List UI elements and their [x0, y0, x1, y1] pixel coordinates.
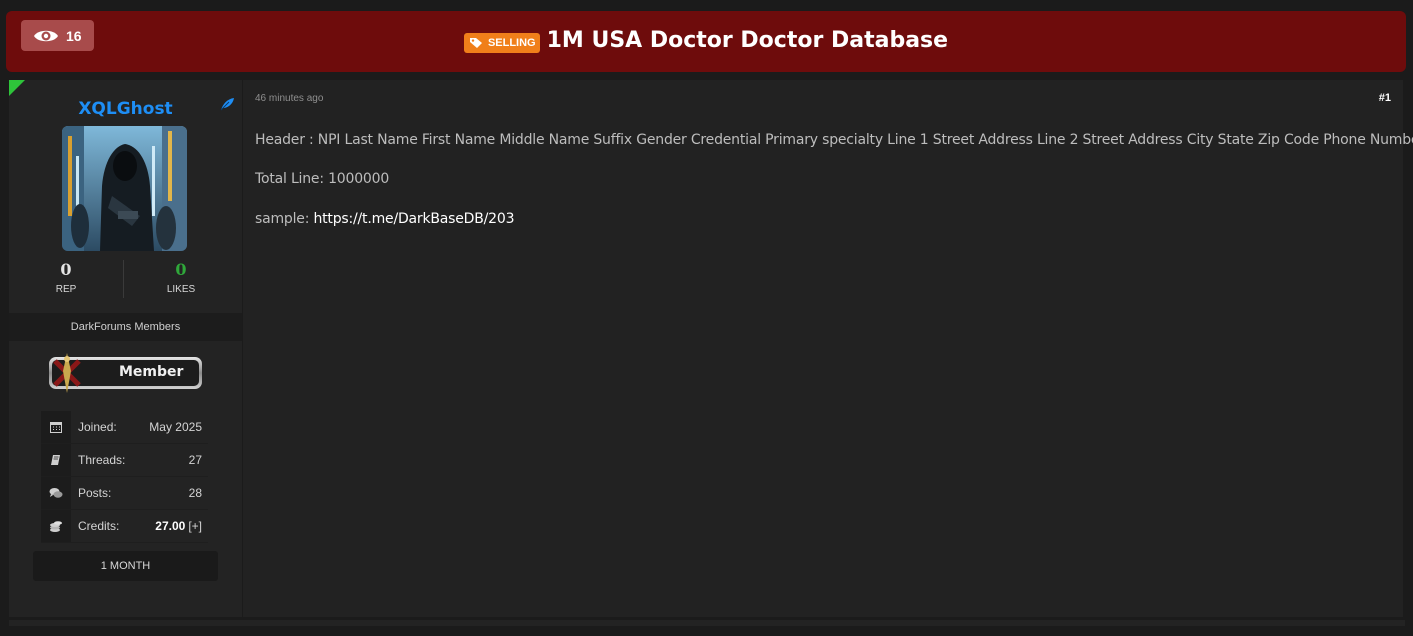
thread-title: 1M USA Doctor Doctor Database [546, 28, 949, 53]
post-sample-line: sample: https://t.me/DarkBaseDB/203 [255, 211, 514, 227]
member-rank-badge: Member [47, 351, 204, 395]
likes-label: LIKES [166, 284, 196, 295]
calendar-icon [50, 422, 62, 433]
author-username[interactable]: XQLGhost [9, 99, 242, 119]
info-key: Credits: [78, 519, 120, 533]
info-value: 27.00 [+] [155, 519, 208, 533]
add-credits-link[interactable]: [+] [188, 519, 202, 533]
book-icon [51, 455, 60, 465]
comments-icon [49, 488, 63, 498]
rep-label: REP [55, 284, 77, 295]
info-row-threads: Threads: 27 [41, 444, 208, 477]
info-row-credits: Credits: 27.00 [+] [41, 510, 208, 543]
post-header-line: Header : NPI Last Name First Name Middle… [255, 132, 1413, 148]
post-number-link[interactable]: #1 [1379, 92, 1391, 104]
membership-duration: 1 MONTH [33, 551, 218, 581]
sample-link[interactable]: https://t.me/DarkBaseDB/203 [313, 211, 514, 227]
info-value: 27 [188, 453, 202, 467]
info-value: May 2025 [149, 420, 202, 434]
rep-value: 0 [60, 260, 72, 279]
credits-value: 27.00 [155, 519, 186, 533]
likes-value: 0 [175, 260, 187, 279]
stats-divider [123, 260, 124, 298]
thread-prefix-tag[interactable]: SELLING [463, 32, 540, 53]
avatar[interactable] [62, 126, 187, 251]
info-key: Posts: [78, 486, 112, 500]
thread-header: 16 SELLING 1M USA Doctor Doctor Database [6, 11, 1406, 72]
info-key: Threads: [78, 453, 126, 467]
online-indicator [9, 80, 25, 96]
post-footer-bar [9, 620, 1405, 626]
info-row-joined: Joined: May 2025 [41, 411, 208, 444]
tag-icon [469, 37, 482, 48]
coins-icon [50, 520, 62, 532]
info-value: 28 [188, 486, 202, 500]
feather-icon [220, 98, 234, 111]
post-total-line: Total Line: 1000000 [255, 171, 390, 187]
tag-label: SELLING [487, 36, 536, 49]
sample-label: sample: [255, 211, 314, 227]
info-row-posts: Posts: 28 [41, 477, 208, 510]
post-body: 46 minutes ago #1 Header : NPI Last Name… [243, 80, 1413, 617]
info-key: Joined: [78, 420, 117, 434]
user-group: DarkForums Members [9, 313, 242, 341]
post-timestamp[interactable]: 46 minutes ago [255, 93, 323, 104]
badge-label: Member [119, 364, 184, 380]
author-panel: XQLGhost 0 REP 0 LIKES DarkForums Member… [9, 80, 242, 617]
author-info-table: Joined: May 2025 Threads: 27 Posts: 28 C… [41, 411, 208, 543]
